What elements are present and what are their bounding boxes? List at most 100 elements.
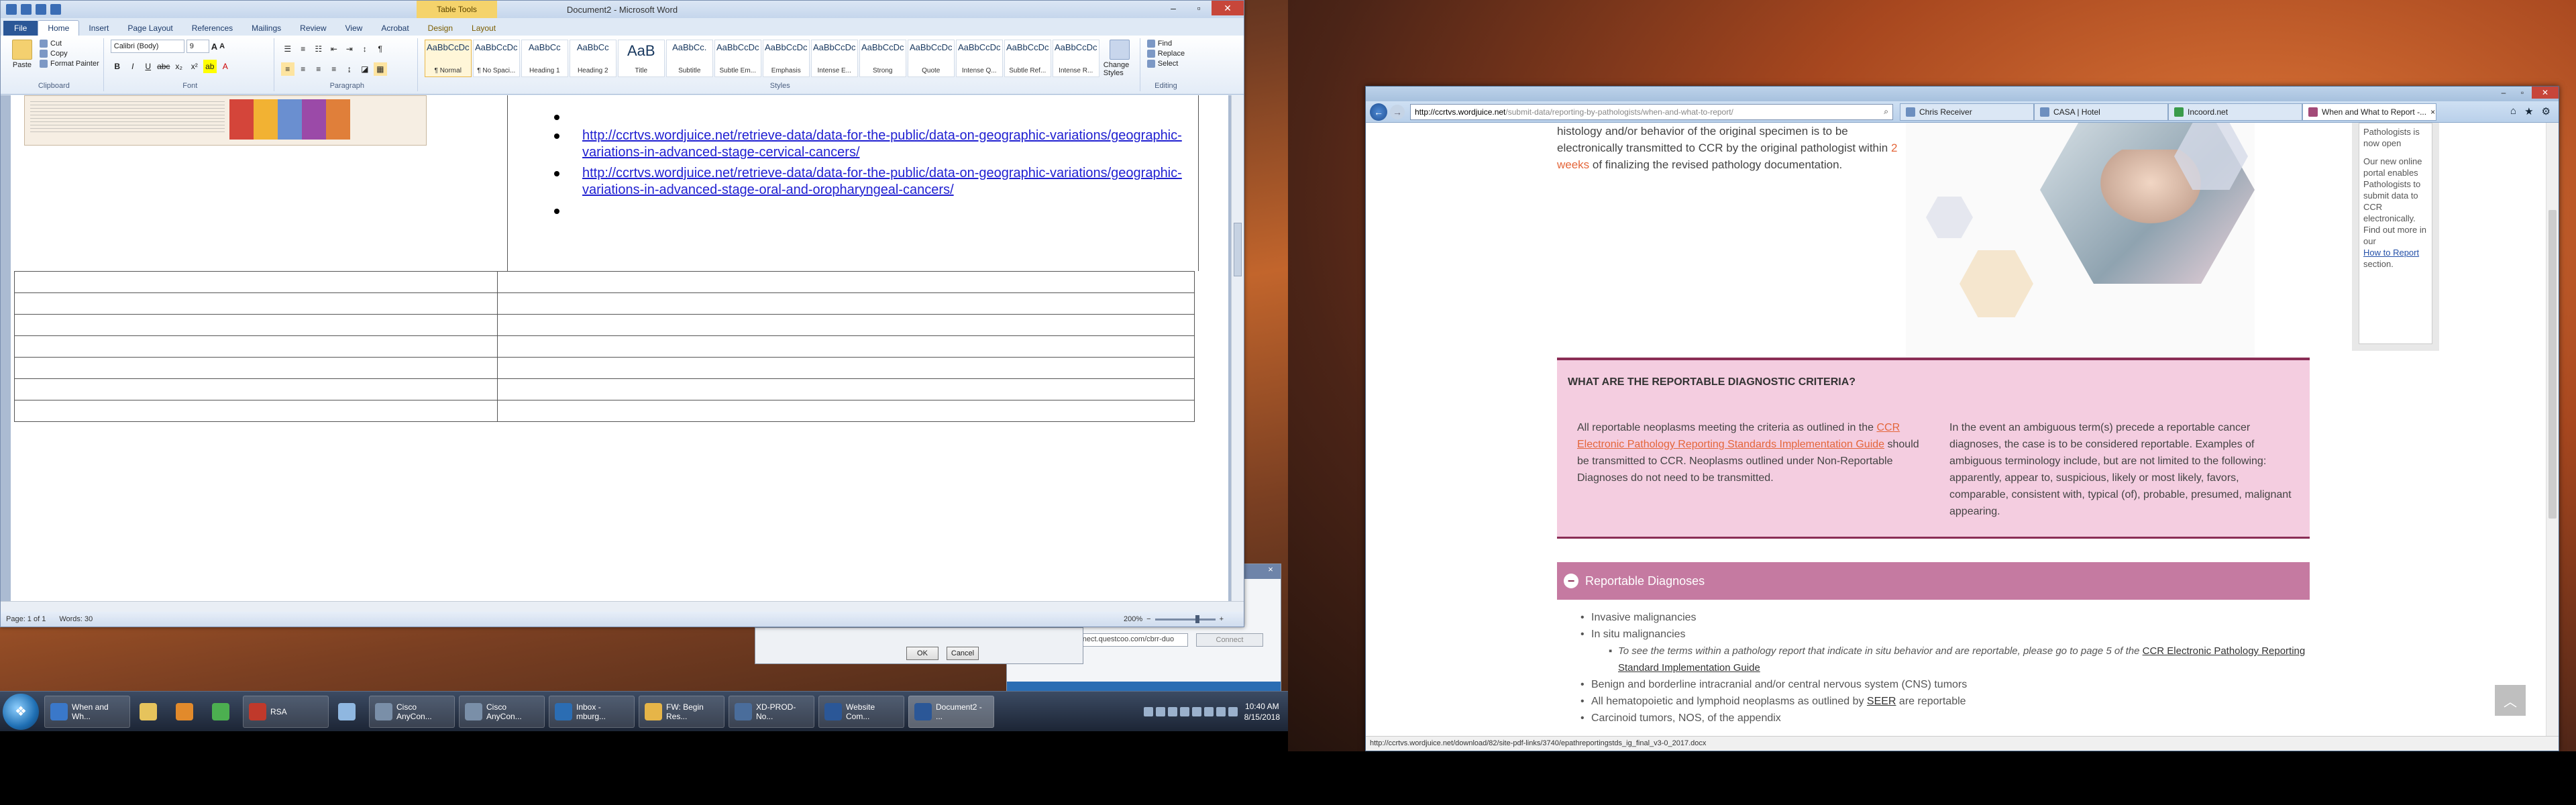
document-table[interactable] — [14, 271, 1195, 422]
how-to-report-link[interactable]: How to Report — [2363, 248, 2419, 258]
style-item[interactable]: AaBbCcDc Subtle Ref... — [1004, 40, 1051, 77]
subscript-button[interactable]: x₂ — [172, 60, 186, 73]
tray-icon[interactable] — [1179, 707, 1189, 716]
style-item[interactable]: AaBbCcDc Strong — [859, 40, 906, 77]
taskbar-item[interactable]: Website Com... — [818, 695, 904, 728]
shrink-font-icon[interactable]: A — [219, 42, 225, 50]
replace-button[interactable]: Replace — [1146, 50, 1185, 58]
minimize-button[interactable]: – — [2494, 87, 2513, 99]
tab-when-and-what[interactable]: When and What to Report -... × — [2302, 103, 2436, 121]
vertical-scrollbar[interactable] — [1231, 95, 1244, 602]
tab-insert[interactable]: Insert — [79, 21, 118, 36]
taskbar-item[interactable] — [207, 696, 239, 728]
style-item[interactable]: AaBbCcDc Subtle Em... — [714, 40, 761, 77]
reportable-diagnoses-accordion[interactable]: − Reportable Diagnoses — [1557, 562, 2310, 600]
shading-icon[interactable]: ◪ — [358, 62, 372, 76]
paste-button[interactable]: Paste — [9, 40, 36, 69]
home-icon[interactable]: ⌂ — [2510, 105, 2516, 117]
taskbar-item[interactable]: FW: Begin Res... — [639, 695, 724, 728]
tray-icon[interactable] — [1167, 707, 1177, 716]
maximize-button[interactable]: ▫ — [1186, 1, 1212, 15]
network-icon[interactable] — [1216, 707, 1226, 716]
taskbar-item[interactable] — [134, 696, 166, 728]
cancel-button[interactable]: Cancel — [947, 647, 979, 660]
decrease-indent-icon[interactable]: ⇤ — [327, 42, 341, 56]
word-app-icon[interactable] — [6, 4, 17, 15]
browser-scrollbar[interactable] — [2546, 123, 2559, 736]
tab-references[interactable]: References — [182, 21, 242, 36]
table-cell[interactable] — [497, 292, 1195, 315]
maximize-button[interactable]: ▫ — [2513, 87, 2532, 99]
format-painter-button[interactable]: Format Painter — [40, 60, 99, 68]
table-cell[interactable] — [14, 357, 498, 379]
increase-indent-icon[interactable]: ⇥ — [343, 42, 356, 56]
grow-font-icon[interactable]: A — [211, 42, 217, 52]
font-color-button[interactable]: A — [219, 60, 232, 73]
tab-layout[interactable]: Layout — [462, 21, 505, 36]
highlight-button[interactable]: ab — [203, 60, 217, 73]
zoom-in-icon[interactable]: + — [1220, 615, 1224, 623]
table-cell[interactable] — [14, 335, 498, 358]
address-bar[interactable]: http://ccrtvs.wordjuice.net/submit-data/… — [1410, 103, 1893, 120]
back-to-top-button[interactable]: ︿ — [2495, 685, 2526, 716]
server-field[interactable]: connect.questcoo.com/cbrr-duo — [1067, 633, 1188, 647]
zoom-level[interactable]: 200% — [1124, 615, 1142, 623]
pilcrow-icon[interactable]: ¶ — [374, 42, 387, 56]
clock[interactable]: 10:40 AM 8/15/2018 — [1244, 701, 1280, 722]
strikethrough-button[interactable]: abc — [157, 60, 170, 73]
font-size-select[interactable]: 9 — [186, 40, 209, 53]
minimize-button[interactable]: – — [1161, 1, 1186, 15]
tab-page-layout[interactable]: Page Layout — [118, 21, 182, 36]
style-item[interactable]: AaBbCc Heading 2 — [569, 40, 616, 77]
align-center-icon[interactable]: ≡ — [297, 62, 310, 76]
page-count[interactable]: Page: 1 of 1 — [6, 615, 46, 623]
line-spacing-icon[interactable]: ↨ — [343, 62, 356, 76]
tab-file[interactable]: File — [3, 21, 38, 36]
seer-link[interactable]: SEER — [1867, 696, 1896, 707]
taskbar-item[interactable]: Cisco AnyCon... — [369, 695, 455, 728]
style-item[interactable]: AaBbCc. Subtitle — [665, 40, 713, 77]
close-tab-icon[interactable]: × — [2430, 107, 2436, 117]
tab-review[interactable]: Review — [290, 21, 335, 36]
collapse-icon[interactable]: − — [1564, 574, 1578, 588]
change-styles-button[interactable]: Change Styles — [1104, 40, 1136, 77]
tray-icon[interactable] — [1143, 707, 1153, 716]
style-item[interactable]: AaBbCcDc Intense E... — [810, 40, 858, 77]
word-count[interactable]: Words: 30 — [59, 615, 93, 623]
style-item[interactable]: AaBbCcDc Intense Q... — [955, 40, 1003, 77]
favorites-star-icon[interactable]: ★ — [2524, 105, 2533, 117]
find-button[interactable]: Find — [1146, 40, 1185, 48]
tray-icon[interactable] — [1155, 707, 1165, 716]
table-cell[interactable] — [497, 357, 1195, 379]
table-cell[interactable] — [14, 378, 498, 400]
table-cell[interactable] — [14, 400, 498, 422]
oral-cancer-link[interactable]: http://ccrtvs.wordjuice.net/retrieve-dat… — [582, 166, 1182, 197]
table-cell[interactable] — [14, 314, 498, 336]
tab-mailings[interactable]: Mailings — [242, 21, 290, 36]
taskbar-item[interactable]: Cisco AnyCon... — [459, 695, 545, 728]
taskbar-item[interactable]: RSA — [243, 695, 329, 728]
italic-button[interactable]: I — [126, 60, 140, 73]
style-item[interactable]: AaBbCc Heading 1 — [521, 40, 568, 77]
tab-view[interactable]: View — [336, 21, 372, 36]
select-button[interactable]: Select — [1146, 60, 1185, 68]
superscript-button[interactable]: x² — [188, 60, 201, 73]
taskbar-item[interactable]: When and Wh... — [44, 695, 130, 728]
embedded-image[interactable] — [24, 95, 427, 146]
multilevel-icon[interactable]: ☷ — [312, 42, 325, 56]
font-name-select[interactable]: Calibri (Body) — [110, 40, 184, 53]
table-cell[interactable] — [14, 292, 498, 315]
tab-design[interactable]: Design — [419, 21, 462, 36]
align-left-icon[interactable]: ≡ — [280, 62, 294, 76]
style-item[interactable]: AaBbCcDc ¶ Normal — [424, 40, 472, 77]
volume-icon[interactable] — [1228, 707, 1238, 716]
numbering-icon[interactable]: ≡ — [297, 42, 310, 56]
borders-icon[interactable]: ▦ — [373, 62, 387, 76]
table-cell[interactable] — [497, 271, 1195, 293]
taskbar-item[interactable]: Document2 - ... — [908, 695, 994, 728]
tray-icon[interactable] — [1203, 707, 1214, 716]
table-cell[interactable] — [497, 335, 1195, 358]
taskbar-item[interactable]: Inbox - mburg... — [549, 695, 635, 728]
bold-button[interactable]: B — [111, 60, 124, 73]
tab-casa-hotel[interactable]: CASA | Hotel — [2034, 103, 2168, 121]
